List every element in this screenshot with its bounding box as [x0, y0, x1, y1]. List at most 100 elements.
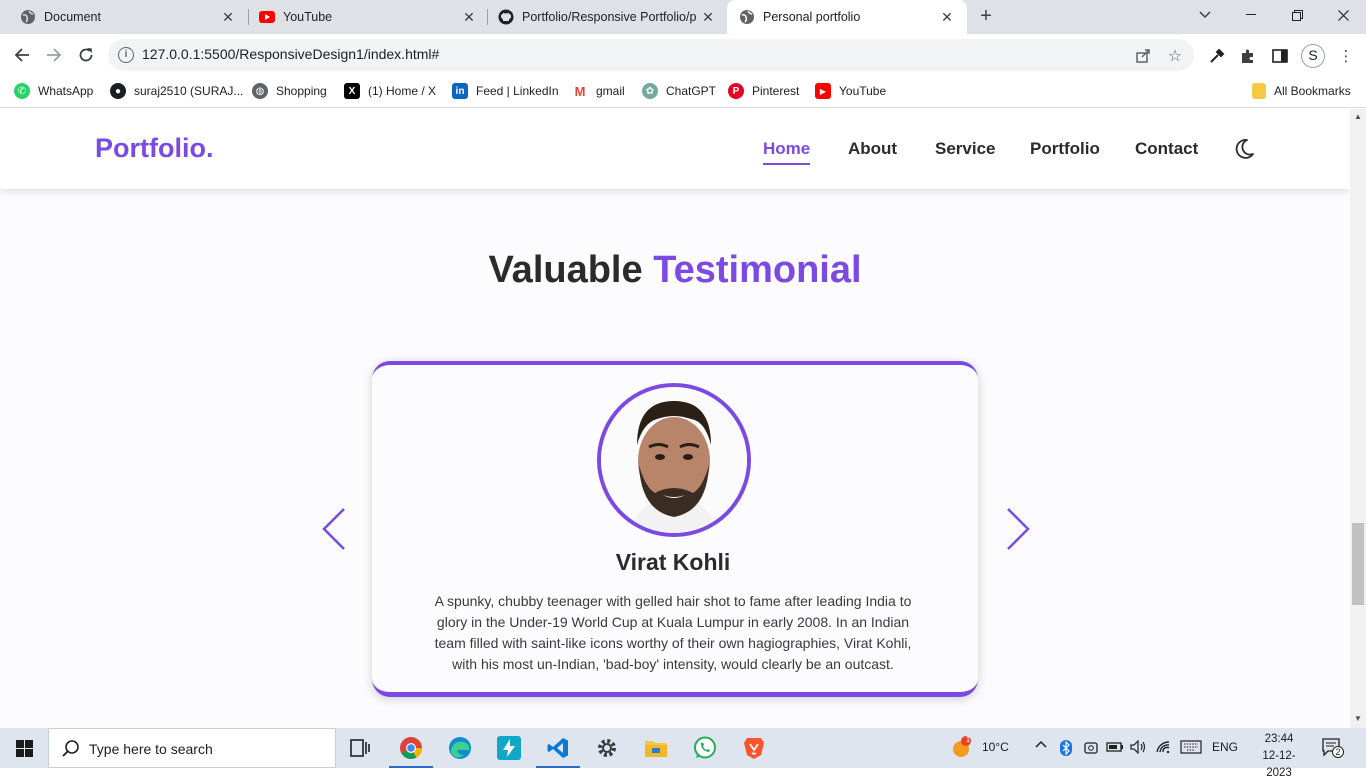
bookmark-gmail[interactable]: M gmail: [572, 83, 625, 99]
wifi-icon[interactable]: [1155, 740, 1171, 757]
show-hidden-icons-chevron-up-icon[interactable]: [1035, 737, 1047, 751]
bookmark-label: gmail: [596, 84, 625, 98]
all-bookmarks-folder[interactable]: All Bookmarks: [1252, 83, 1351, 99]
bookmark-label: All Bookmarks: [1274, 84, 1351, 98]
scroll-down-icon[interactable]: ▼: [1354, 715, 1362, 723]
weather-temp: 10°C: [982, 740, 1009, 754]
profile-avatar[interactable]: S: [1301, 44, 1325, 68]
bookmark-pinterest[interactable]: P Pinterest: [728, 83, 799, 99]
weather-badge: 1: [965, 735, 971, 744]
site-info-icon[interactable]: i: [118, 47, 134, 63]
chatgpt-icon: ✿: [642, 83, 658, 99]
url-text: 127.0.0.1:5500/ResponsiveDesign1/index.h…: [142, 46, 440, 62]
bluetooth-icon[interactable]: [1060, 740, 1072, 759]
taskbar-search-input[interactable]: Type here to search: [48, 728, 336, 768]
task-view-icon[interactable]: [346, 734, 374, 762]
tab-personal-portfolio[interactable]: Personal portfolio ✕: [727, 0, 967, 34]
forward-button[interactable]: [42, 43, 66, 67]
battery-icon[interactable]: [1106, 740, 1124, 757]
keyboard-icon[interactable]: [1180, 740, 1202, 757]
close-tab-icon[interactable]: ✕: [220, 9, 236, 25]
testimonial-text: A spunky, chubby teenager with gelled ha…: [434, 593, 912, 672]
edge-icon[interactable]: [446, 734, 474, 762]
tab-github[interactable]: Portfolio/Responsive Portfolio/p ✕: [488, 0, 728, 34]
bookmark-label: Pinterest: [752, 84, 800, 98]
share-icon[interactable]: [1134, 47, 1152, 65]
whatsapp-icon: ✆: [14, 83, 30, 99]
section-title: Valuable Testimonial: [0, 249, 1350, 292]
reload-button[interactable]: [74, 43, 98, 67]
nav-home[interactable]: Home: [763, 139, 811, 165]
vscode-icon[interactable]: [536, 734, 580, 768]
language-indicator[interactable]: ENG: [1212, 740, 1238, 754]
close-tab-icon[interactable]: ✕: [939, 9, 955, 25]
globe-icon: ◍: [252, 83, 268, 99]
youtube-icon: [259, 9, 275, 25]
bookmark-label: WhatsApp: [38, 84, 94, 98]
weather-widget[interactable]: 1: [950, 735, 974, 761]
bookmark-github[interactable]: ● suraj2510 (SURAJ...: [110, 83, 243, 99]
bookmark-whatsapp[interactable]: ✆ WhatsApp: [14, 83, 93, 99]
new-tab-button[interactable]: +: [976, 6, 996, 27]
bookmark-chatgpt[interactable]: ✿ ChatGPT: [642, 83, 716, 99]
nav-about[interactable]: About: [848, 139, 897, 159]
close-tab-icon[interactable]: ✕: [461, 9, 477, 25]
minimize-button[interactable]: [1228, 0, 1274, 30]
tab-title: Document: [44, 10, 101, 24]
address-bar[interactable]: i 127.0.0.1:5500/ResponsiveDesign1/index…: [108, 39, 1194, 71]
close-tab-icon[interactable]: ✕: [700, 9, 716, 25]
x-icon: X: [344, 83, 360, 99]
scrollbar-thumb[interactable]: [1352, 523, 1364, 605]
taskbar-clock[interactable]: 23:44 12-12-2023: [1252, 731, 1306, 782]
nav-service[interactable]: Service: [935, 139, 996, 159]
scroll-up-icon[interactable]: ▲: [1354, 113, 1362, 121]
previous-arrow-icon[interactable]: [320, 507, 350, 553]
more-menu-icon[interactable]: ⋮: [1336, 46, 1356, 66]
extensions-puzzle-icon[interactable]: [1238, 46, 1258, 66]
folder-icon: [1252, 83, 1266, 99]
tab-search-chevron-icon[interactable]: [1182, 0, 1228, 30]
volume-icon[interactable]: [1130, 739, 1148, 757]
bookmark-label: (1) Home / X: [368, 84, 437, 98]
settings-gear-icon[interactable]: [593, 734, 621, 762]
bookmark-star-icon[interactable]: ☆: [1166, 47, 1184, 65]
restore-button[interactable]: [1274, 0, 1320, 30]
nav-portfolio[interactable]: Portfolio: [1030, 139, 1100, 159]
gmail-icon: M: [572, 83, 588, 99]
page-scrollbar[interactable]: ▲ ▼: [1350, 109, 1366, 728]
eyedropper-extension-icon[interactable]: [1207, 46, 1227, 66]
brave-icon[interactable]: [740, 734, 768, 762]
bolt-app-icon[interactable]: [495, 734, 523, 762]
nav-contact[interactable]: Contact: [1135, 139, 1198, 159]
dark-mode-moon-icon[interactable]: [1232, 137, 1256, 161]
whatsapp-taskbar-icon[interactable]: [691, 734, 719, 762]
tab-title: YouTube: [283, 10, 333, 24]
file-explorer-icon[interactable]: [642, 734, 670, 762]
next-arrow-icon[interactable]: [1002, 507, 1032, 553]
section-title-part2: Testimonial: [653, 249, 862, 291]
clock-time: 23:44: [1264, 733, 1294, 745]
tab-strip: Document ✕ YouTube ✕ Portfolio/Responsiv…: [0, 0, 1366, 34]
notification-count: 2: [1335, 747, 1341, 757]
site-logo[interactable]: Portfolio.: [95, 133, 213, 164]
bookmarks-bar: ✆ WhatsApp ● suraj2510 (SURAJ... ◍ Shopp…: [0, 76, 1366, 108]
side-panel-icon[interactable]: [1270, 46, 1290, 66]
notification-center-icon[interactable]: 2: [1322, 738, 1346, 758]
meet-now-icon[interactable]: [1084, 740, 1098, 759]
tab-document[interactable]: Document ✕: [0, 0, 248, 34]
close-window-button[interactable]: [1320, 0, 1366, 30]
tab-youtube[interactable]: YouTube ✕: [249, 0, 489, 34]
github-icon: ●: [110, 83, 126, 99]
bookmark-youtube[interactable]: ▶ YouTube: [815, 83, 886, 99]
bookmark-x[interactable]: X (1) Home / X: [344, 83, 436, 99]
bookmark-label: Shopping: [276, 84, 327, 98]
bookmark-shopping[interactable]: ◍ Shopping: [252, 83, 327, 99]
windows-start-icon[interactable]: [16, 740, 33, 757]
testimonial-avatar: [597, 383, 751, 537]
bookmark-linkedin[interactable]: in Feed | LinkedIn: [452, 83, 559, 99]
youtube-icon: ▶: [815, 83, 831, 99]
tab-title: Personal portfolio: [763, 10, 861, 24]
testimonial-card: Virat Kohli A spunky, chubby teenager wi…: [372, 361, 978, 697]
chrome-icon[interactable]: [389, 734, 433, 768]
back-button[interactable]: [10, 43, 34, 67]
